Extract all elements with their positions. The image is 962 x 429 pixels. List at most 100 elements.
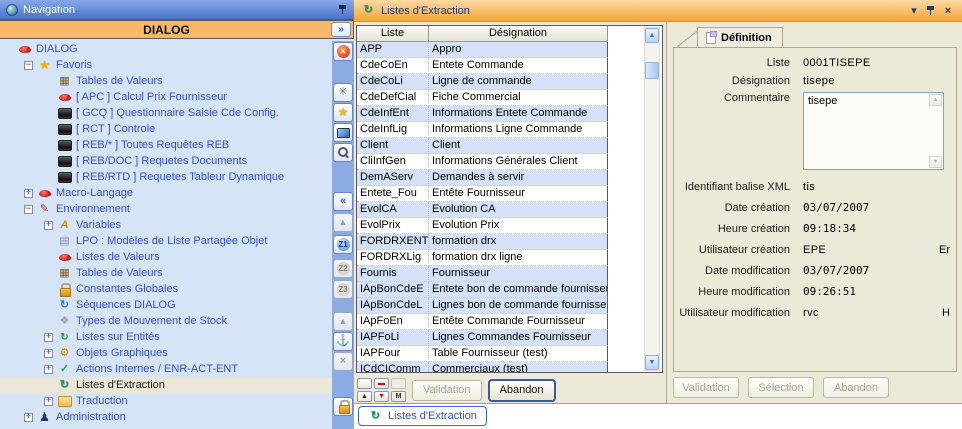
lock-button[interactable] bbox=[333, 397, 353, 416]
expander-icon[interactable]: + bbox=[24, 413, 33, 422]
up-button[interactable]: ▲ bbox=[333, 312, 353, 331]
table-row[interactable]: IApBonCdeEEntete bon de commande fournis… bbox=[357, 282, 608, 298]
table-row[interactable]: FORDRXLigformation drx ligne bbox=[357, 250, 608, 266]
zoom-z3-button[interactable]: Z3 bbox=[333, 280, 353, 299]
tree-item[interactable]: [ APC ] Calcul Prix Fournisseur bbox=[0, 89, 332, 105]
tab-definition[interactable]: Définition bbox=[697, 27, 783, 48]
move-up-button[interactable]: ▲ bbox=[333, 213, 353, 232]
tree-item[interactable]: −✎Environnement bbox=[0, 201, 332, 217]
table-row[interactable]: IApFoEnEntête Commande Fournisseur bbox=[357, 314, 608, 330]
table-row[interactable]: ICdCICommCommerciaux (test) bbox=[357, 362, 608, 373]
abandon-button[interactable]: Abandon bbox=[823, 377, 889, 398]
tree-item[interactable]: +⚙Objets Graphiques bbox=[0, 345, 332, 361]
tree-item[interactable]: [ GCQ ] Questionnaire Saisie Cde Config. bbox=[0, 105, 332, 121]
expander-icon[interactable]: + bbox=[44, 333, 53, 342]
table-row[interactable]: IAPFoLiLignes Commandes Fournisseur bbox=[357, 330, 608, 346]
anchor-button[interactable]: ⚓ bbox=[333, 332, 353, 351]
table-row[interactable]: CdeInfLigInformations Ligne Commande bbox=[357, 122, 608, 138]
tree-item[interactable]: +Traduction bbox=[0, 393, 332, 409]
table-row[interactable]: IApBonCdeLLignes bon de commande fournis… bbox=[357, 298, 608, 314]
validation-button[interactable]: Validation bbox=[673, 377, 739, 398]
zoom-z2-button[interactable]: Z2 bbox=[333, 259, 353, 278]
table-row[interactable]: APPAppro bbox=[357, 42, 608, 58]
tree-item[interactable]: ▤LPO : Modèles de Liste Partagée Objet bbox=[0, 233, 332, 249]
scroll-up-icon[interactable]: ▲ bbox=[929, 94, 942, 106]
expander-icon[interactable]: − bbox=[24, 205, 33, 214]
tree-item[interactable]: [ RCT ] Controle bbox=[0, 121, 332, 137]
expander-icon[interactable]: + bbox=[24, 189, 33, 198]
scroll-down-icon[interactable]: ▼ bbox=[645, 355, 659, 370]
expander-icon[interactable]: + bbox=[44, 349, 53, 358]
column-header[interactable]: Désignation bbox=[429, 26, 608, 42]
tree-item[interactable]: ▦Tables de Valeurs bbox=[0, 73, 332, 89]
tree-item[interactable]: ↻Séquences DIALOG bbox=[0, 297, 332, 313]
tree-item[interactable]: [ REB/* ] Toutes Requêtes REB bbox=[0, 137, 332, 153]
monitor-button[interactable] bbox=[333, 123, 353, 142]
record-button-1[interactable] bbox=[357, 378, 372, 389]
star-icon: ★ bbox=[37, 59, 52, 72]
table-row[interactable]: DemAServDemandes à servir bbox=[357, 170, 608, 186]
tree-item[interactable]: +♟Administration bbox=[0, 409, 332, 425]
close-panel-button[interactable]: × bbox=[333, 42, 353, 61]
table-row[interactable]: EvolCAEvolution CA bbox=[357, 202, 608, 218]
z3-icon: Z3 bbox=[337, 283, 350, 296]
tree-item[interactable]: Constantes Globales bbox=[0, 281, 332, 297]
table-row[interactable]: FORDRXENTformation drx bbox=[357, 234, 608, 250]
record-button-6[interactable]: M bbox=[391, 391, 406, 402]
favorites-button[interactable]: ★ bbox=[333, 103, 353, 122]
close-icon[interactable]: × bbox=[941, 5, 955, 17]
field-value: 03/07/2007 bbox=[803, 201, 869, 214]
scrollbar-thumb[interactable] bbox=[645, 62, 659, 79]
record-button-5[interactable]: ▼ bbox=[374, 391, 389, 402]
tree-item[interactable]: [ REB/DOC ] Requetes Documents bbox=[0, 153, 332, 169]
table-row[interactable]: CdeInfEntInformations Entete Commande bbox=[357, 106, 608, 122]
expand-panel-button[interactable]: » bbox=[331, 22, 351, 37]
tree-item[interactable]: ↻Listes d'Extraction bbox=[0, 377, 332, 393]
table-scrollbar[interactable]: ▲ ▼ bbox=[644, 27, 660, 371]
commentaire-input[interactable]: tisepe▲▼ bbox=[803, 92, 944, 170]
abandon-button[interactable]: Abandon bbox=[488, 379, 556, 402]
pin-icon[interactable] bbox=[338, 4, 348, 15]
dropdown-icon[interactable]: ▾ bbox=[907, 4, 921, 17]
tree-item[interactable]: [ REB/RTD ] Requetes Tableur Dynamique bbox=[0, 169, 332, 185]
slection-button[interactable]: Sélection bbox=[748, 377, 814, 398]
expander-icon[interactable]: + bbox=[44, 397, 53, 406]
tree-item[interactable]: DIALOG bbox=[0, 41, 332, 57]
scroll-up-icon[interactable]: ▲ bbox=[645, 28, 659, 43]
table-row[interactable]: CdeDefCialFiche Commercial bbox=[357, 90, 608, 106]
pin-icon[interactable] bbox=[926, 5, 936, 16]
zoom-z1-button[interactable]: Z1 bbox=[333, 235, 353, 254]
search-button[interactable] bbox=[333, 143, 353, 162]
tree-item[interactable]: ▦Tables de Valeurs bbox=[0, 265, 332, 281]
validation-button[interactable]: Validation bbox=[412, 380, 482, 401]
column-header[interactable]: Liste bbox=[357, 26, 429, 42]
table-row[interactable]: IAPFourTable Fournisseur (test) bbox=[357, 346, 608, 362]
expander-icon[interactable]: + bbox=[44, 365, 53, 374]
search-icon bbox=[336, 146, 351, 159]
bottom-tab-strip: ↻ Listes d'Extraction bbox=[354, 403, 962, 429]
record-button-4[interactable]: ▲ bbox=[357, 391, 372, 402]
table-row[interactable]: ClientClient bbox=[357, 138, 608, 154]
table-row[interactable]: CliInfGenInformations Générales Client bbox=[357, 154, 608, 170]
collapse-left-button[interactable]: « bbox=[333, 192, 353, 211]
table-row[interactable]: CdeCoLiLigne de commande bbox=[357, 74, 608, 90]
tree-item[interactable]: Listes de Valeurs bbox=[0, 249, 332, 265]
table-row[interactable]: EvolPrixEvolution Prix bbox=[357, 218, 608, 234]
table-row[interactable]: FournisFournisseur bbox=[357, 266, 608, 282]
expander-icon[interactable]: + bbox=[44, 221, 53, 230]
tree-item[interactable]: +✓Actions Internes / ENR-ACT-ENT bbox=[0, 361, 332, 377]
scroll-down-icon[interactable]: ▼ bbox=[929, 156, 942, 168]
record-button-3[interactable] bbox=[391, 378, 406, 389]
record-button-2[interactable]: ▬ bbox=[374, 378, 389, 389]
tree-item[interactable]: +↻Listes sur Entités bbox=[0, 329, 332, 345]
tree-item[interactable]: ❖Types de Mouvement de Stock bbox=[0, 313, 332, 329]
tab-listes-extraction[interactable]: ↻ Listes d'Extraction bbox=[358, 406, 487, 426]
expander-icon[interactable]: − bbox=[24, 61, 33, 70]
tree-item[interactable]: +Macro-Langage bbox=[0, 185, 332, 201]
tree-item[interactable]: −★Favoris bbox=[0, 57, 332, 73]
table-row[interactable]: CdeCoEnEntete Commande bbox=[357, 58, 608, 74]
tree-item[interactable]: +AVariables bbox=[0, 217, 332, 233]
delete-button[interactable]: × bbox=[333, 352, 353, 371]
table-row[interactable]: Entete_FouEntête Fournisseur bbox=[357, 186, 608, 202]
burst-button[interactable]: ✳ bbox=[333, 83, 353, 102]
